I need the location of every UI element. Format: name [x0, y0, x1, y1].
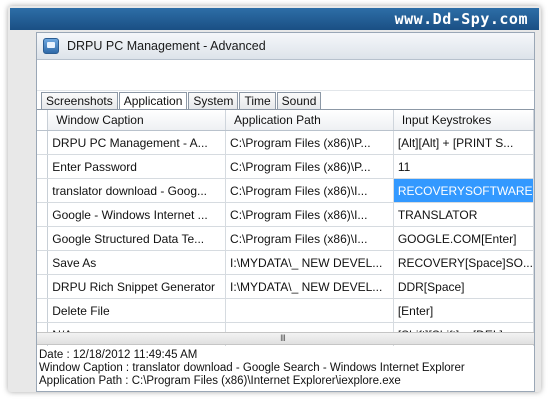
- cell-application-path[interactable]: [225, 298, 394, 323]
- scrollbar-grip[interactable]: III: [280, 334, 286, 344]
- detail-application-path: Application Path : C:\Program Files (x86…: [39, 375, 401, 387]
- cell-application-path[interactable]: I:\MYDATA\_ NEW DEVEL...: [225, 274, 394, 299]
- watermark: www.Dd-Spy.com: [394, 10, 528, 28]
- tab-screenshots[interactable]: Screenshots: [41, 92, 118, 109]
- row-header[interactable]: [37, 178, 49, 203]
- row-header-corner: [37, 110, 49, 131]
- cell-window-caption[interactable]: Save As: [47, 250, 227, 275]
- cell-window-caption[interactable]: Google Structured Data Te...: [47, 226, 227, 251]
- toolbar-area: [37, 60, 534, 91]
- tab-strip: Screenshots Application System Time Soun…: [37, 91, 534, 110]
- cell-application-path[interactable]: C:\Program Files (x86)\I...: [225, 202, 394, 227]
- details-panel: Date : 12/18/2012 11:49:45 AM Window Cap…: [37, 346, 534, 391]
- row-header[interactable]: [37, 154, 49, 179]
- screenshot-frame: www.Dd-Spy.com DRPU PC Management - Adva…: [0, 0, 550, 400]
- cell-application-path[interactable]: I:\MYDATA\_ NEW DEVEL...: [225, 250, 394, 275]
- detail-window-caption: Window Caption : translator download - G…: [39, 362, 465, 374]
- cell-input-keystrokes[interactable]: [Alt][Alt] + [PRINT S...: [393, 130, 534, 155]
- activity-table: Window Caption Application Path Input Ke…: [37, 110, 534, 347]
- row-header[interactable]: [37, 298, 49, 323]
- tab-time[interactable]: Time: [239, 92, 276, 109]
- horizontal-scrollbar[interactable]: III: [37, 332, 534, 345]
- detail-date: Date : 12/18/2012 11:49:45 AM: [39, 349, 198, 361]
- column-header-window-caption[interactable]: Window Caption: [47, 110, 227, 131]
- table-row[interactable]: Save As I:\MYDATA\_ NEW DEVEL... RECOVER…: [37, 250, 534, 275]
- tab-sound[interactable]: Sound: [276, 92, 322, 109]
- row-header[interactable]: [37, 250, 49, 275]
- column-header-input-keystrokes[interactable]: Input Keystrokes: [393, 110, 534, 131]
- table-row[interactable]: DRPU Rich Snippet Generator I:\MYDATA\_ …: [37, 274, 534, 299]
- cell-input-keystrokes[interactable]: TRANSLATOR: [393, 202, 534, 227]
- cell-input-keystrokes[interactable]: DDR[Space]: [393, 274, 534, 299]
- cell-window-caption[interactable]: Enter Password: [47, 154, 227, 179]
- cell-input-keystrokes-selected[interactable]: RECOVERYSOFTWARE: [393, 178, 534, 203]
- cell-application-path[interactable]: C:\Program Files (x86)\I...: [225, 178, 394, 203]
- cell-application-path[interactable]: C:\Program Files (x86)\I...: [225, 226, 394, 251]
- cell-window-caption[interactable]: DRPU PC Management - A...: [47, 130, 227, 155]
- table-row[interactable]: translator download - Goog... C:\Program…: [37, 178, 534, 203]
- table-row[interactable]: Delete File [Enter]: [37, 298, 534, 323]
- table-row[interactable]: Google - Windows Internet ... C:\Program…: [37, 202, 534, 227]
- app-window: DRPU PC Management - Advanced Screenshot…: [36, 32, 535, 392]
- row-header[interactable]: [37, 226, 49, 251]
- table-row[interactable]: DRPU PC Management - A... C:\Program Fil…: [37, 130, 534, 155]
- table-row[interactable]: Google Structured Data Te... C:\Program …: [37, 226, 534, 251]
- cell-application-path[interactable]: C:\Program Files (x86)\P...: [225, 154, 394, 179]
- cell-window-caption[interactable]: translator download - Goog...: [47, 178, 227, 203]
- table-row[interactable]: Enter Password C:\Program Files (x86)\P.…: [37, 154, 534, 179]
- table-header-row: Window Caption Application Path Input Ke…: [37, 110, 534, 131]
- tab-application[interactable]: Application: [118, 92, 188, 109]
- cell-window-caption[interactable]: Delete File: [47, 298, 227, 323]
- row-header[interactable]: [37, 130, 49, 155]
- column-header-application-path[interactable]: Application Path: [225, 110, 394, 131]
- title-bar: DRPU PC Management - Advanced: [37, 33, 534, 60]
- row-header[interactable]: [37, 202, 49, 227]
- window-title: DRPU PC Management - Advanced: [67, 39, 266, 53]
- cell-input-keystrokes[interactable]: 11: [393, 154, 534, 179]
- cell-window-caption[interactable]: Google - Windows Internet ...: [47, 202, 227, 227]
- cell-application-path[interactable]: C:\Program Files (x86)\P...: [225, 130, 394, 155]
- cell-input-keystrokes[interactable]: GOOGLE.COM[Enter]: [393, 226, 534, 251]
- row-header[interactable]: [37, 274, 49, 299]
- cell-input-keystrokes[interactable]: RECOVERY[Space]SO...: [393, 250, 534, 275]
- activity-grid: Window Caption Application Path Input Ke…: [37, 110, 534, 350]
- cell-input-keystrokes[interactable]: [Enter]: [393, 298, 534, 323]
- cell-window-caption[interactable]: DRPU Rich Snippet Generator: [47, 274, 227, 299]
- tab-system[interactable]: System: [188, 92, 239, 109]
- app-icon: [43, 38, 59, 54]
